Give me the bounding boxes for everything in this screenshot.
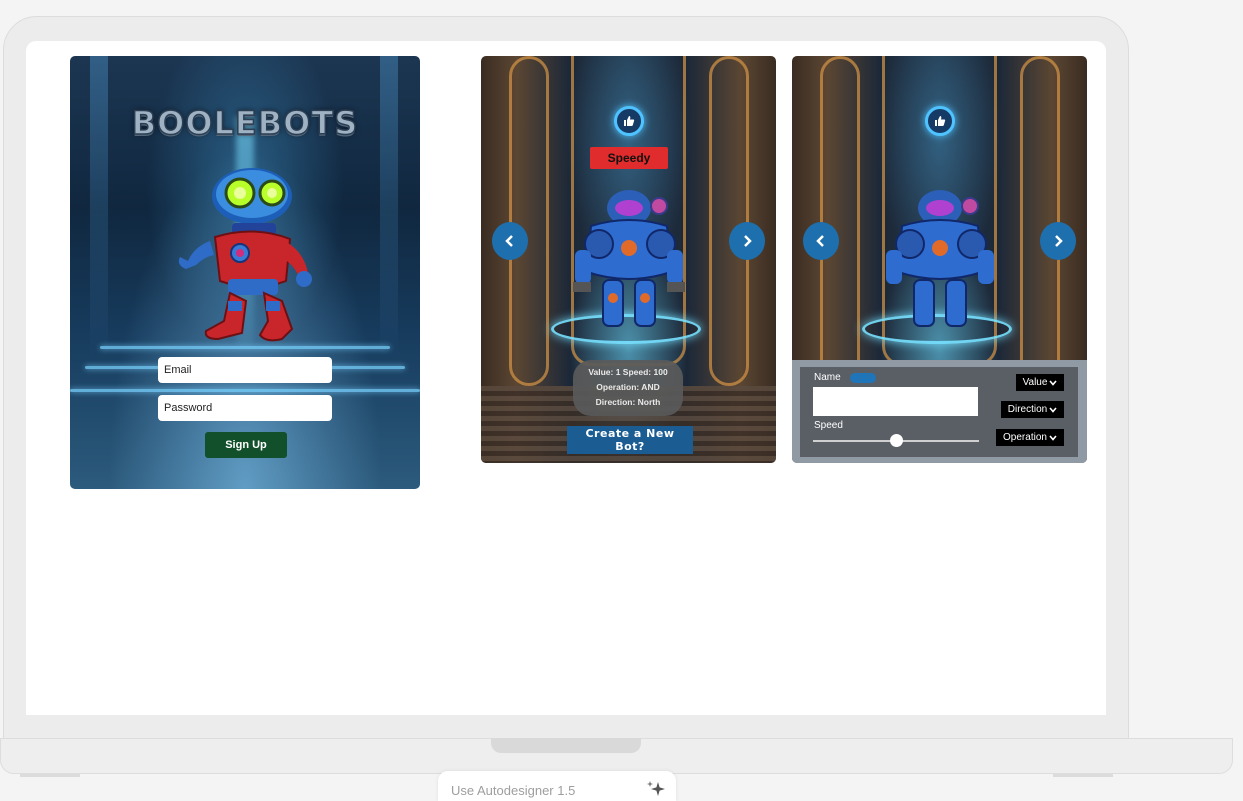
bot-stats-direction: Direction: North [595, 397, 661, 407]
direction-dropdown-label: Direction [1007, 404, 1048, 415]
previous-bot-button[interactable] [492, 222, 528, 260]
password-field[interactable] [158, 395, 332, 421]
robot-illustration [886, 190, 994, 327]
chevron-down-icon [1049, 434, 1057, 441]
value-dropdown-label: Value [1022, 377, 1048, 388]
robot-illustration [178, 168, 312, 342]
like-button[interactable] [614, 106, 644, 136]
operation-dropdown-label: Operation [1003, 432, 1047, 443]
bot-editor-form: Name Speed Value Direction Operation [792, 360, 1087, 463]
glow-step [70, 389, 420, 392]
bot-card-panel: Speedy Value: 1 Speed: 100 Operation: AN… [481, 56, 776, 463]
chevron-right-icon [1055, 235, 1063, 247]
boolebots-logo: BOOLEBOTS [131, 103, 359, 143]
background-arch [1020, 56, 1060, 386]
bot-name-input[interactable] [813, 387, 978, 416]
autodesigner-button[interactable]: Use Autodesigner 1.5 [438, 771, 676, 801]
bot-name-badge: Speedy [590, 147, 668, 169]
login-panel: BOOLEBOTS Sign Up [70, 56, 420, 489]
thumbs-up-icon [935, 116, 946, 126]
value-dropdown[interactable]: Value [1016, 374, 1064, 391]
background-arch [820, 56, 860, 386]
sparkle-icon [647, 781, 665, 796]
next-bot-button[interactable] [1040, 222, 1076, 260]
speed-label: Speed [814, 420, 843, 431]
chevron-down-icon [1049, 379, 1058, 386]
robot-illustration [573, 190, 685, 327]
background-arch [509, 56, 549, 386]
operation-dropdown[interactable]: Operation [996, 429, 1064, 446]
background-pillar [380, 56, 398, 356]
speed-slider-thumb[interactable] [889, 434, 903, 447]
name-label: Name [814, 372, 841, 383]
chevron-left-icon [816, 235, 824, 247]
glow-step [100, 346, 390, 349]
chevron-left-icon [505, 235, 513, 247]
bot-stats-value-speed: Value: 1 Speed: 100 [588, 367, 668, 377]
app-screen: BOOLEBOTS Sign Up [26, 41, 1106, 715]
chevron-right-icon [744, 235, 752, 247]
direction-dropdown[interactable]: Direction [1001, 401, 1064, 418]
create-new-bot-button[interactable]: Create a New Bot? [567, 426, 693, 454]
bot-stats-card: Value: 1 Speed: 100 Operation: AND Direc… [573, 360, 683, 416]
bot-editor-body: Name Speed Value Direction Operation [800, 367, 1078, 457]
chevron-down-icon [1049, 406, 1057, 413]
laptop-foot-right [1053, 774, 1113, 777]
background-arch [709, 56, 749, 386]
autodesigner-label: Use Autodesigner 1.5 [451, 783, 576, 798]
previous-bot-button[interactable] [803, 222, 839, 260]
like-button[interactable] [925, 106, 955, 136]
sign-up-button[interactable]: Sign Up [205, 432, 287, 458]
next-bot-button[interactable] [729, 222, 765, 260]
laptop-foot-left [20, 774, 80, 777]
bot-stats-operation: Operation: AND [596, 382, 660, 392]
laptop-notch [491, 738, 641, 753]
thumbs-up-icon [624, 116, 635, 126]
email-field[interactable] [158, 357, 332, 383]
bot-editor-panel: Name Speed Value Direction Operation [792, 56, 1087, 463]
background-pillar [90, 56, 108, 356]
name-toggle[interactable] [850, 373, 876, 383]
